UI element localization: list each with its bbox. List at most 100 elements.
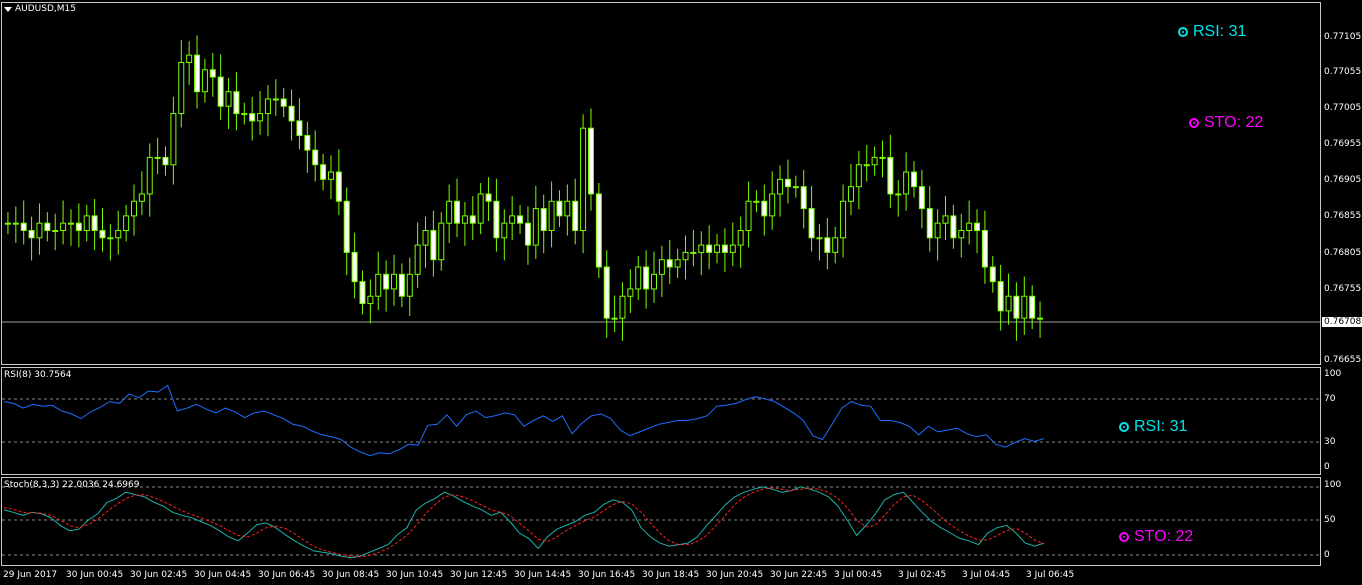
price-tick: 0.76755 — [1324, 284, 1362, 294]
candle-body — [367, 295, 374, 305]
candle-body — [603, 266, 610, 319]
time-tick: 3 Jul 06:45 — [1026, 570, 1075, 580]
target-icon — [1119, 532, 1129, 542]
candle-body — [556, 200, 563, 217]
candle-body — [430, 229, 437, 261]
rsi-tick: 70 — [1324, 394, 1336, 404]
candle-body — [154, 156, 161, 159]
candle-body — [343, 200, 350, 253]
candle-body — [879, 156, 886, 159]
candle-body — [469, 215, 476, 224]
candle-body — [611, 317, 618, 320]
candle-body — [595, 193, 602, 268]
candle-body — [895, 193, 902, 196]
candle-body — [926, 208, 933, 239]
candle-body — [249, 113, 256, 122]
price-tick: 0.76805 — [1324, 248, 1362, 258]
candle-body — [335, 171, 342, 202]
candle-body — [524, 222, 531, 246]
candle-body — [83, 215, 90, 231]
time-tick: 30 Jun 18:45 — [642, 570, 700, 580]
candle-body — [170, 113, 177, 166]
candle-body — [178, 61, 185, 115]
candle-body — [887, 156, 894, 195]
candle-body — [477, 193, 484, 224]
price-tick: 0.76955 — [1324, 139, 1362, 149]
candle-body — [792, 186, 799, 189]
stoch-label: Stoch(8,3,3) 22.0036 24.6969 — [4, 480, 140, 490]
candle-body — [587, 127, 594, 195]
price-tick: 0.77055 — [1324, 67, 1362, 77]
candle-body — [320, 164, 327, 180]
candle-body — [840, 200, 847, 239]
main-rsi-text: RSI: 31 — [1193, 23, 1247, 40]
candle-body — [288, 105, 295, 122]
candle-body — [532, 208, 539, 246]
candle-body — [1037, 317, 1044, 320]
candle-body — [966, 222, 973, 231]
candle-body — [312, 149, 319, 166]
candle-body — [706, 244, 713, 253]
candle-body — [832, 237, 839, 253]
price-tick: 0.77005 — [1324, 103, 1362, 113]
price-tick: 0.76655 — [1324, 355, 1362, 365]
candle-body — [162, 156, 169, 166]
candle-body — [918, 186, 925, 210]
candle-body — [52, 229, 59, 232]
candle-body — [635, 266, 642, 290]
candle-body — [761, 200, 768, 217]
time-tick: 30 Jun 20:45 — [706, 570, 764, 580]
candle-body — [99, 229, 106, 239]
rsi-tick: 0 — [1324, 462, 1330, 472]
candle-body — [107, 237, 114, 240]
time-tick: 30 Jun 08:45 — [322, 570, 380, 580]
candle-body — [257, 113, 264, 122]
main-sto-badge: STO: 22 — [1189, 114, 1263, 132]
candle-body — [296, 120, 303, 137]
candle-body — [777, 178, 784, 195]
rsi-tick: 30 — [1324, 437, 1336, 447]
candle-body — [327, 171, 334, 180]
candle-body — [934, 222, 941, 239]
candle-body — [1005, 295, 1012, 312]
time-tick: 3 Jul 02:45 — [898, 570, 947, 580]
candle-body — [548, 200, 555, 231]
candle-body — [209, 69, 216, 78]
candle-body — [304, 135, 311, 151]
candle-body — [115, 229, 122, 239]
candle-body — [28, 229, 35, 239]
time-tick: 30 Jun 22:45 — [770, 570, 828, 580]
candle-body — [824, 237, 831, 253]
candle-body — [784, 178, 791, 188]
candle-body — [485, 193, 492, 202]
candle-body — [194, 54, 201, 93]
candle-body — [698, 244, 705, 253]
candle-body — [997, 281, 1004, 312]
candle-body — [564, 200, 571, 217]
triangle-down-icon[interactable] — [4, 6, 12, 12]
candle-body — [958, 229, 965, 239]
candle-body — [714, 244, 721, 253]
current-price-tag: 0.76708 — [1322, 317, 1362, 327]
time-tick: 30 Jun 10:45 — [386, 570, 444, 580]
candle-body — [461, 215, 468, 224]
symbol-title[interactable]: AUDUSD,M15 — [4, 4, 76, 14]
candle-body — [131, 200, 137, 217]
candle-body — [60, 222, 67, 231]
candle-body — [871, 156, 878, 166]
time-tick: 3 Jul 00:45 — [834, 570, 883, 580]
candle-body — [454, 200, 461, 224]
candle-body — [233, 91, 240, 115]
candle-body — [627, 288, 634, 297]
sto-pane-text: STO: 22 — [1134, 528, 1194, 545]
candle-body — [383, 273, 390, 290]
candle-body — [682, 251, 689, 261]
candle-body — [20, 222, 27, 231]
stoch-tick: 100 — [1324, 480, 1342, 490]
candle-body — [406, 273, 413, 297]
candle-body — [769, 193, 776, 217]
candle-body — [225, 91, 232, 107]
candle-body — [123, 215, 130, 231]
candle-body — [138, 193, 145, 202]
candle-body — [241, 113, 248, 116]
